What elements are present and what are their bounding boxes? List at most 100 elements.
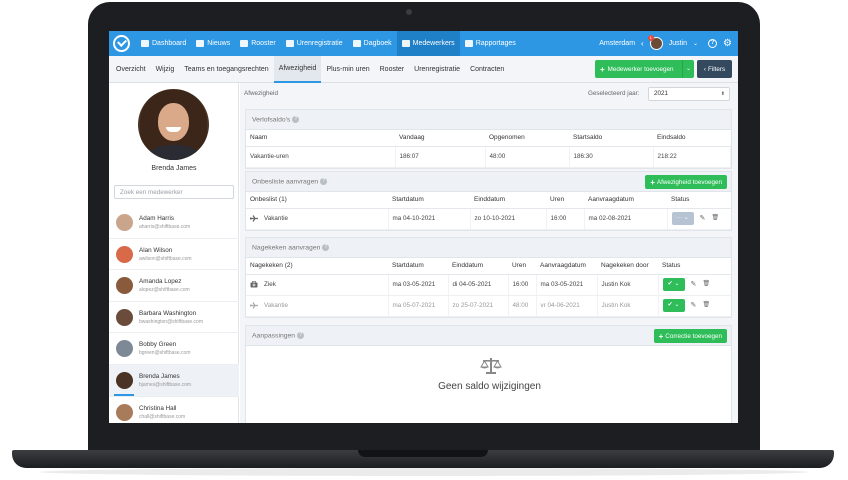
- tab-teams-en-toegangsrechten[interactable]: Teams en toegangsrechten: [179, 56, 273, 83]
- trash-icon[interactable]: 🗑: [712, 215, 720, 222]
- nav-rapportages[interactable]: Rapportages: [460, 31, 521, 56]
- status-cell: ··· ⌄ ✎ 🗑: [667, 208, 731, 230]
- status-value: ✔: [667, 281, 673, 287]
- employee-email: alopez@shiftbase.com: [139, 287, 190, 294]
- reviewed-requests-table: Nagekeken (2) Startdatum Einddatum Uren Aanv…: [246, 258, 731, 317]
- year-select[interactable]: 2021 ⬍: [648, 87, 730, 101]
- status-dropdown[interactable]: ··· ⌄: [671, 212, 694, 225]
- tab-overzicht[interactable]: Overzicht: [111, 56, 151, 83]
- trash-icon[interactable]: 🗑: [703, 281, 711, 288]
- employee-email: bgreen@shiftbase.com: [139, 350, 191, 357]
- location-selector[interactable]: Amsterdam: [599, 40, 635, 47]
- tab-contracten[interactable]: Contracten: [465, 56, 509, 83]
- help-icon[interactable]: ?: [708, 39, 718, 48]
- employee-list-item[interactable]: Adam Harris aharris@shiftbase.com: [109, 207, 239, 239]
- plus-icon: +: [658, 331, 664, 341]
- add-absence-button[interactable]: + Afwezigheid toevoegen: [645, 175, 727, 189]
- tab-rooster[interactable]: Rooster: [375, 56, 410, 83]
- column-header: Startsaldo: [569, 130, 653, 147]
- laptop-base: [12, 450, 834, 468]
- table-row[interactable]: Ziek ma 03-05-2021 di 04-05-2021 16:00 ma 03…: [246, 274, 731, 296]
- chevron-down-icon[interactable]: ⌄: [682, 60, 694, 78]
- table-cell: ma 04-10-2021: [388, 208, 471, 230]
- nav-dagboek[interactable]: Dagboek: [348, 31, 397, 56]
- nav-dashboard[interactable]: Dashboard: [136, 31, 191, 56]
- table-cell: ma 05-07-2021: [388, 295, 449, 317]
- status-cell: ✔ ⌄ ✎ 🗑: [658, 274, 731, 296]
- table-cell: 16:00: [508, 274, 537, 296]
- nav-rooster[interactable]: Rooster: [235, 31, 281, 56]
- table-cell: 16:00: [546, 208, 585, 230]
- card-title: Onbesliste aanvragen?: [252, 178, 328, 185]
- nav-nieuws[interactable]: Nieuws: [191, 31, 235, 56]
- table-row[interactable]: Vakantie ma 04-10-2021 zo 10-10-2021 16:00 m…: [246, 208, 731, 230]
- plus-icon: +: [600, 64, 605, 74]
- nav-urenregistratie[interactable]: Urenregistratie: [281, 31, 348, 56]
- gear-icon[interactable]: ⚙: [723, 38, 732, 49]
- table-cell: di 04-05-2021: [448, 274, 509, 296]
- help-icon[interactable]: ?: [320, 178, 328, 185]
- pencil-icon[interactable]: ✎: [700, 215, 706, 222]
- pencil-icon[interactable]: ✎: [691, 281, 697, 288]
- balance-scale-icon: [480, 358, 502, 374]
- chevron-left-icon[interactable]: ‹: [641, 39, 644, 48]
- column-header: Aanvraagdatum: [584, 192, 667, 209]
- absence-type: Vakantie: [264, 215, 289, 223]
- app-logo-icon[interactable]: [113, 35, 130, 52]
- employee-list-item[interactable]: Amanda Lopez alopez@shiftbase.com: [109, 270, 239, 302]
- plus-icon: +: [650, 177, 655, 187]
- user-avatar[interactable]: 1: [647, 35, 663, 50]
- table-cell: ma 03-05-2021: [388, 274, 449, 296]
- nav-label: Rapportages: [475, 40, 516, 47]
- add-employee-button[interactable]: + Medewerker toevoegen ⌄: [595, 60, 694, 78]
- employee-name: Amanda Lopez: [139, 278, 182, 286]
- add-correction-label: Correctie toevoegen: [665, 332, 722, 340]
- column-header: Einddatum: [470, 192, 546, 209]
- nav-label: Dashboard: [152, 40, 187, 47]
- tab-plus-min-uren[interactable]: Plus-min uren: [321, 56, 374, 83]
- pending-requests-card: Onbesliste aanvragen? + Afwezigheid toevo…: [245, 171, 732, 231]
- add-correction-button[interactable]: + Correctie toevoegen: [653, 329, 727, 343]
- sort-arrows-icon: ⬍: [720, 91, 725, 97]
- plane-icon: [250, 302, 258, 309]
- status-cell: ✔ ⌄ ✎ 🗑: [658, 295, 731, 317]
- table-row[interactable]: Vakantie ma 05-07-2021 zo 25-07-2021 48:00 v…: [246, 295, 731, 317]
- employee-list-item[interactable]: Bobby Green bgreen@shiftbase.com: [109, 333, 239, 365]
- help-icon[interactable]: ?: [322, 244, 330, 251]
- adjustments-card: Aanpassingen? + Correctie toevoegen Geen …: [245, 325, 732, 423]
- employee-name: Christina Hall: [139, 404, 177, 412]
- help-icon[interactable]: ?: [297, 332, 305, 339]
- employee-email: bwashington@shiftbase.com: [139, 318, 203, 325]
- tab-urenregistratie[interactable]: Urenregistratie: [409, 56, 465, 83]
- leave-balances-card: Verlofsaldo's? Naam Vandaag Opgenomen Start…: [245, 109, 732, 169]
- help-icon[interactable]: ?: [292, 116, 300, 123]
- tab-wijzig[interactable]: Wijzig: [151, 56, 180, 83]
- employee-name: Brenda James: [139, 372, 180, 380]
- card-title: Nagekeken aanvragen?: [252, 244, 330, 251]
- filters-button[interactable]: ‹ Filters: [697, 60, 732, 78]
- status-value: ···: [676, 215, 683, 221]
- user-menu[interactable]: Justin: [669, 40, 687, 47]
- employee-list-item[interactable]: Brenda James bjames@shiftbase.com: [109, 364, 239, 397]
- column-header: Status: [667, 192, 731, 209]
- employee-email: aharris@shiftbase.com: [139, 224, 191, 230]
- nav-medewerkers[interactable]: Medewerkers: [396, 31, 460, 56]
- trash-icon[interactable]: 🗑: [703, 302, 711, 309]
- sub-navigation-bar: Overzicht Wijzig Teams en toegangsrechten A…: [109, 56, 738, 83]
- status-dropdown[interactable]: ✔ ⌄: [662, 278, 685, 291]
- tab-afwezigheid[interactable]: Afwezigheid: [273, 56, 322, 83]
- laptop-shadow: [40, 468, 808, 476]
- column-header: Onbeslist (1): [246, 192, 388, 209]
- chevron-down-icon[interactable]: ⌄: [693, 40, 698, 47]
- add-absence-label: Afwezigheid toevoegen: [656, 178, 722, 186]
- absence-type-cell: Vakantie: [246, 295, 389, 317]
- pencil-icon[interactable]: ✎: [691, 302, 697, 309]
- page-title: Afwezigheid: [244, 90, 278, 97]
- profile-name: Brenda James: [151, 165, 197, 172]
- filters-label: Filters: [707, 65, 726, 73]
- employee-list-item[interactable]: Christina Hall chall@shiftbase.com: [109, 397, 239, 423]
- employee-search-input[interactable]: [114, 185, 234, 199]
- status-dropdown[interactable]: ✔ ⌄: [662, 299, 685, 312]
- employee-list-item[interactable]: Alan Wilson awilson@shiftbase.com: [109, 239, 239, 271]
- employee-list-item[interactable]: Barbara Washington bwashington@shiftbase.…: [109, 302, 239, 334]
